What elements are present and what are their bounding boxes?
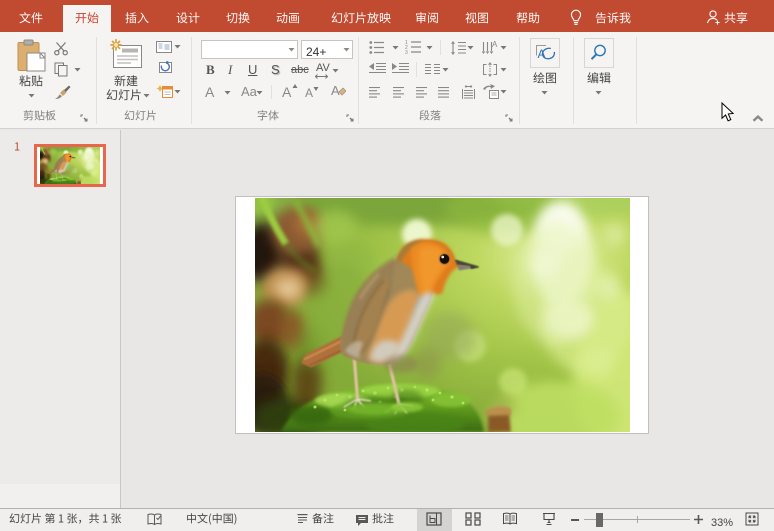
svg-text:A: A — [331, 84, 340, 98]
svg-text:A: A — [492, 41, 498, 49]
svg-text:3: 3 — [405, 50, 408, 54]
svg-text:A: A — [538, 47, 546, 61]
